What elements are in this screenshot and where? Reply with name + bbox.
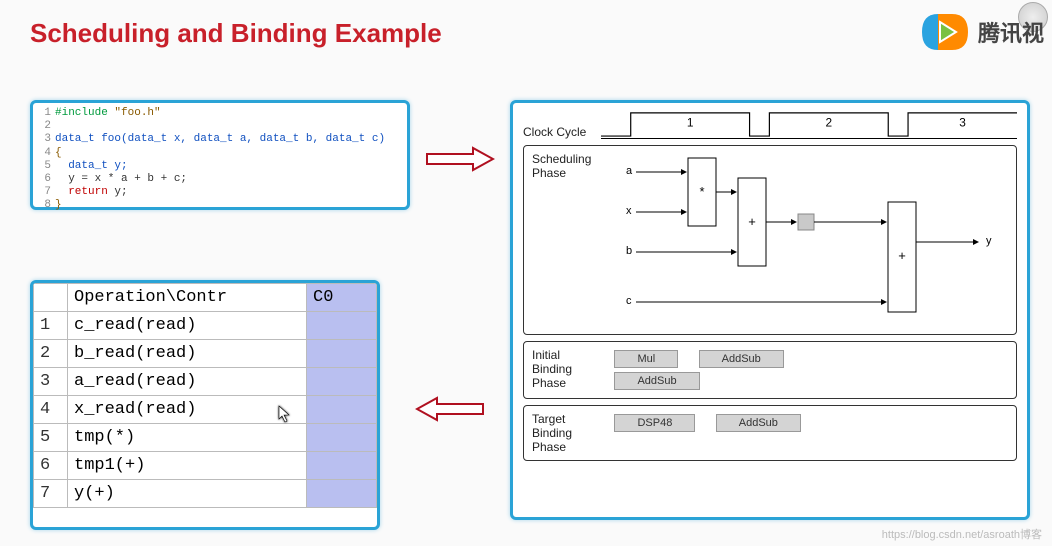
- code-line: 5 data_t y;: [39, 160, 401, 173]
- clock-waveform: 1 2 3: [601, 109, 1017, 139]
- initial-binding-box: Initial Binding Phase Mul AddSub AddSub: [523, 341, 1017, 399]
- row-num: 2: [34, 340, 68, 368]
- row-c0: [307, 452, 377, 480]
- code-line: 2: [39, 120, 401, 133]
- scheduling-diagram: a x b c y * + +: [606, 152, 1006, 322]
- row-c0: [307, 368, 377, 396]
- row-c0: [307, 424, 377, 452]
- bind-addsub-1: AddSub: [699, 350, 784, 368]
- svg-text:c: c: [626, 295, 632, 307]
- table-header-blank: [34, 284, 68, 312]
- row-c0: [307, 312, 377, 340]
- code-panel: 1#include "foo.h"23data_t foo(data_t x, …: [30, 100, 410, 210]
- page-title: Scheduling and Binding Example: [0, 0, 1052, 49]
- table-row: 4 x_read(read): [34, 396, 377, 424]
- operation-table: Operation\Contr C0 1 c_read(read) 2 b_re…: [30, 280, 380, 530]
- row-op: tmp(*): [68, 424, 307, 452]
- code-line: 4{: [39, 147, 401, 160]
- bind-addsub-target: AddSub: [716, 414, 801, 432]
- row-num: 7: [34, 480, 68, 508]
- arrow-left-icon: [415, 395, 485, 423]
- tencent-logo: 腾讯视: [920, 12, 1044, 52]
- initial-binding-title: Initial Binding Phase: [532, 348, 602, 390]
- code-line: 3data_t foo(data_t x, data_t a, data_t b…: [39, 133, 401, 146]
- row-num: 3: [34, 368, 68, 396]
- row-op: c_read(read): [68, 312, 307, 340]
- row-num: 1: [34, 312, 68, 340]
- svg-text:y: y: [986, 235, 992, 247]
- row-num: 6: [34, 452, 68, 480]
- svg-text:+: +: [749, 214, 757, 229]
- row-num: 4: [34, 396, 68, 424]
- svg-text:x: x: [626, 205, 632, 217]
- mouse-cursor-icon: [278, 405, 292, 423]
- target-binding-title: Target Binding Phase: [532, 412, 602, 454]
- row-op: x_read(read): [68, 396, 307, 424]
- table-header-row: Operation\Contr C0: [34, 284, 377, 312]
- row-num: 5: [34, 424, 68, 452]
- table-row: 1 c_read(read): [34, 312, 377, 340]
- bind-addsub-2: AddSub: [614, 372, 699, 390]
- svg-text:+: +: [899, 248, 907, 263]
- cycle-1: 1: [687, 117, 694, 130]
- row-c0: [307, 340, 377, 368]
- cycle-2: 2: [826, 117, 833, 130]
- table-row: 7 y(+): [34, 480, 377, 508]
- svg-text:b: b: [626, 245, 632, 257]
- cycle-3: 3: [959, 117, 966, 130]
- bind-dsp48: DSP48: [614, 414, 695, 432]
- row-c0: [307, 480, 377, 508]
- svg-text:a: a: [626, 165, 633, 177]
- code-line: 7 return y;: [39, 186, 401, 199]
- diagram-panel: Clock Cycle 1 2 3 Scheduling Phase a x b…: [510, 100, 1030, 520]
- scheduling-phase-title: Scheduling Phase: [532, 152, 602, 180]
- table-row: 3 a_read(read): [34, 368, 377, 396]
- row-op: a_read(read): [68, 368, 307, 396]
- table-header-op: Operation\Contr: [68, 284, 307, 312]
- row-op: y(+): [68, 480, 307, 508]
- watermark-text: https://blog.csdn.net/asroath博客: [882, 526, 1042, 542]
- table-row: 5 tmp(*): [34, 424, 377, 452]
- table-row: 6 tmp1(+): [34, 452, 377, 480]
- code-line: 1#include "foo.h": [39, 107, 401, 120]
- code-line: 6 y = x * a + b + c;: [39, 173, 401, 186]
- scheduling-phase-box: Scheduling Phase a x b c y * +: [523, 145, 1017, 335]
- tencent-logo-text: 腾讯视: [978, 16, 1044, 48]
- row-c0: [307, 396, 377, 424]
- code-line: 8}: [39, 199, 401, 212]
- table-row: 2 b_read(read): [34, 340, 377, 368]
- row-op: tmp1(+): [68, 452, 307, 480]
- arrow-right-icon: [425, 145, 495, 173]
- clock-label: Clock Cycle: [523, 125, 601, 139]
- tencent-play-icon: [920, 12, 970, 52]
- row-op: b_read(read): [68, 340, 307, 368]
- svg-text:*: *: [700, 184, 705, 199]
- table-header-c0: C0: [307, 284, 377, 312]
- bind-mul: Mul: [614, 350, 678, 368]
- target-binding-box: Target Binding Phase DSP48 AddSub: [523, 405, 1017, 461]
